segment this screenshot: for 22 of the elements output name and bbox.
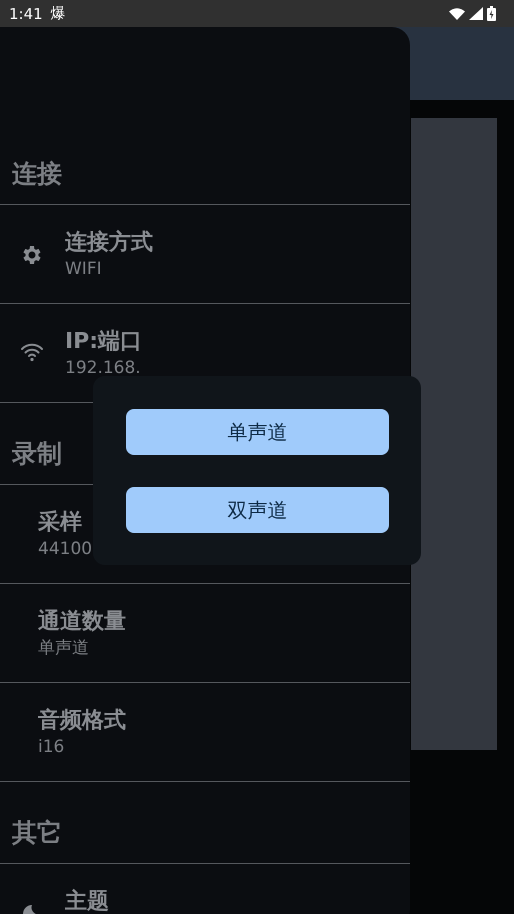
battery-icon <box>487 6 496 21</box>
setting-title[interactable]: 音频格式 <box>38 707 126 735</box>
setting-title[interactable]: IP:端口 <box>65 328 142 356</box>
setting-title[interactable]: 主题 <box>65 888 109 914</box>
setting-title[interactable]: 采样 <box>38 509 92 537</box>
setting-value: 单声道 <box>38 637 90 660</box>
signal-icon <box>469 7 483 20</box>
option-button[interactable]: 单声道 <box>126 409 389 455</box>
setting-value: i16 <box>38 736 66 759</box>
section-header: 连接 <box>12 158 62 190</box>
setting-value: 44100 <box>38 538 92 561</box>
setting-value: 192.168. <box>65 357 142 380</box>
setting-value: WIFI <box>65 258 103 281</box>
setting-title[interactable]: 连接方式 <box>65 229 153 257</box>
wifi-icon <box>449 8 465 20</box>
option-button[interactable]: 双声道 <box>126 487 389 533</box>
section-header: 录制 <box>12 438 62 470</box>
status-time: 1:41 <box>9 4 43 22</box>
section-header: 其它 <box>12 817 62 849</box>
notification-icon: 爆 <box>50 4 66 23</box>
wifi-icon <box>20 342 44 362</box>
setting-title[interactable]: 通道数量 <box>38 608 126 636</box>
